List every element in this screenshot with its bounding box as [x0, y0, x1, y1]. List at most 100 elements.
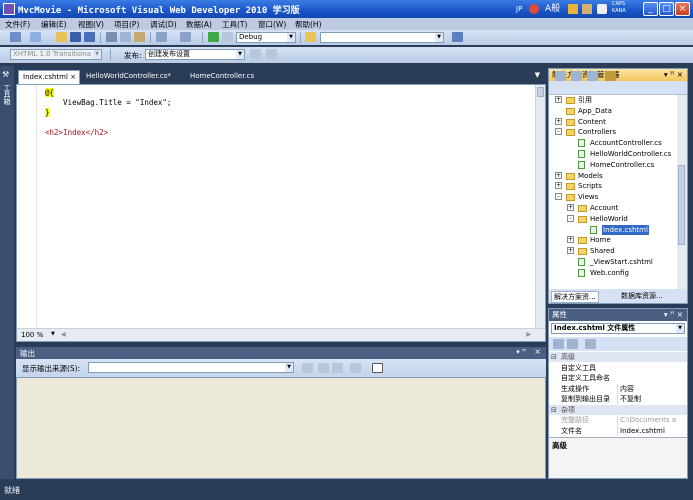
copy-icon[interactable] [120, 32, 131, 42]
zoom-level[interactable]: 100 % [21, 331, 43, 339]
expand-icon[interactable]: + [567, 247, 574, 255]
solution-scrollbar[interactable] [677, 95, 687, 291]
solution-close-icon[interactable]: ▾ ꟸ × [664, 69, 683, 81]
menu-file[interactable]: 文件(F) [5, 19, 30, 30]
close-tab-icon[interactable]: × [70, 71, 76, 84]
expand-icon[interactable]: + [555, 96, 562, 103]
properties-icon[interactable] [555, 71, 566, 81]
tree-node[interactable]: + Account [551, 203, 677, 213]
solution-explorer-icon[interactable] [452, 32, 463, 42]
publish-select[interactable]: 创建发布设置 ▼ [145, 49, 245, 60]
ime-mode[interactable]: A般 [545, 2, 560, 16]
tab-database-explorer[interactable]: 数据库资源... [621, 291, 663, 301]
refresh-icon[interactable] [587, 71, 598, 81]
schema-select[interactable]: XHTML 1.0 Transitiona ▼ [10, 49, 102, 60]
alphabetical-icon[interactable] [567, 339, 578, 349]
output-prev-icon[interactable] [318, 363, 329, 373]
attach-icon[interactable] [222, 32, 233, 42]
tree-node[interactable]: HelloWorldController.cs [551, 149, 677, 159]
view-code-icon[interactable] [605, 71, 616, 81]
ime-tool-icon[interactable] [568, 4, 578, 14]
add-item-icon[interactable] [30, 32, 41, 42]
menu-project[interactable]: 项目(P) [114, 19, 139, 30]
new-project-icon[interactable] [10, 32, 21, 42]
property-value[interactable]: C:\Documents a [617, 415, 685, 425]
output-find-icon[interactable] [302, 363, 313, 373]
properties-close-icon[interactable]: ▾ ꟸ × [664, 309, 683, 321]
expand-icon[interactable]: + [555, 171, 562, 179]
collapse-icon[interactable]: ⊟ [551, 352, 557, 362]
expand-icon[interactable]: + [567, 236, 574, 244]
app-icon[interactable] [3, 3, 15, 15]
toolbox-tab[interactable]: 工具箱 [2, 84, 12, 105]
tree-node[interactable]: App_Data [551, 106, 677, 116]
tree-node[interactable]: + Models [551, 171, 677, 181]
tree-node[interactable]: - Controllers [551, 127, 677, 137]
paste-icon[interactable] [134, 32, 145, 42]
maximize-button[interactable]: □ [659, 2, 674, 16]
minimize-button[interactable]: _ [643, 2, 658, 16]
tree-node[interactable]: Web.config [551, 268, 677, 278]
find-combo[interactable]: ▼ [320, 32, 444, 43]
property-row[interactable]: 自定义工具命名 [549, 373, 687, 383]
menu-view[interactable]: 视图(V) [78, 19, 104, 30]
toolbox-icon[interactable]: ⚒ [2, 70, 12, 79]
tab-helloworld-controller[interactable]: HelloWorldController.cs* [82, 70, 171, 84]
tree-node[interactable]: + 引用 [551, 95, 677, 105]
property-category[interactable]: ⊟ 高级 [549, 352, 687, 362]
config-select[interactable]: Debug ▼ [236, 32, 296, 43]
property-value[interactable]: Index.cshtml [617, 425, 685, 436]
editor-vertical-scrollbar[interactable] [535, 85, 545, 329]
tree-node[interactable]: HomeController.cs [551, 160, 677, 170]
property-pages-icon[interactable] [585, 339, 596, 349]
property-row[interactable]: 复制到输出目录 不复制 [549, 394, 687, 404]
output-close-icon[interactable]: × [534, 347, 541, 356]
tree-node[interactable]: + Shared [551, 246, 677, 256]
redo-icon[interactable] [180, 32, 191, 42]
ime-lang[interactable]: JP [516, 2, 522, 16]
publish-web-icon[interactable] [250, 49, 261, 59]
tab-home-controller[interactable]: HomeController.cs [186, 70, 254, 84]
ime-dict-icon[interactable] [582, 4, 592, 14]
find-icon[interactable] [305, 32, 316, 42]
tab-solution-explorer[interactable]: 解决方案资... [551, 291, 599, 303]
scroll-thumb[interactable] [537, 87, 544, 97]
menu-data[interactable]: 数据(A) [186, 19, 212, 30]
start-debug-icon[interactable] [208, 32, 219, 42]
undo-icon[interactable] [156, 32, 167, 42]
categorized-icon[interactable] [553, 339, 564, 349]
output-clear-icon[interactable] [350, 363, 361, 373]
output-pin-icon[interactable]: ▾ ꟸ [516, 348, 526, 356]
tree-node[interactable]: + Content [551, 117, 677, 127]
output-wrap-icon[interactable] [372, 363, 383, 373]
menu-tools[interactable]: 工具(T) [222, 19, 247, 30]
ime-icon[interactable] [529, 4, 539, 14]
property-row[interactable]: 自定义工具 [549, 363, 687, 373]
open-file-icon[interactable] [56, 32, 67, 42]
properties-object-select[interactable]: Index.cshtml 文件属性 ▼ [551, 323, 685, 334]
expand-icon[interactable]: - [555, 193, 562, 201]
cut-icon[interactable] [106, 32, 117, 42]
expand-icon[interactable]: + [567, 204, 574, 211]
property-row[interactable]: 生成操作 内容 [549, 383, 687, 394]
expand-icon[interactable]: - [555, 128, 562, 136]
scroll-left-icon[interactable]: ◀ [61, 331, 66, 338]
tab-dropdown-icon[interactable]: ▼ [535, 71, 540, 79]
property-row[interactable]: 完整路径 C:\Documents a [549, 415, 687, 425]
save-icon[interactable] [70, 32, 81, 42]
menu-window[interactable]: 窗口(W) [258, 19, 286, 30]
tree-node[interactable]: AccountController.cs [551, 138, 677, 148]
property-category[interactable]: ⊟ 杂项 [549, 404, 687, 415]
help-icon[interactable] [597, 4, 607, 14]
scroll-right-icon[interactable]: ▶ [526, 331, 531, 338]
publish-settings-icon[interactable] [266, 49, 277, 59]
tree-node[interactable]: - HelloWorld [551, 214, 677, 224]
output-source-select[interactable]: ▼ [88, 362, 294, 373]
code-editor[interactable]: @{ ViewBag.Title = "Index"; } <h2>Index<… [16, 84, 546, 342]
menu-edit[interactable]: 编辑(E) [41, 19, 67, 30]
zoom-dropdown-icon[interactable]: ▼ [51, 331, 55, 337]
tree-node[interactable]: _ViewStart.cshtml [551, 257, 677, 267]
solution-scroll-thumb[interactable] [678, 165, 685, 245]
tree-node[interactable]: Index.cshtml [551, 224, 677, 235]
output-content[interactable] [16, 377, 546, 479]
